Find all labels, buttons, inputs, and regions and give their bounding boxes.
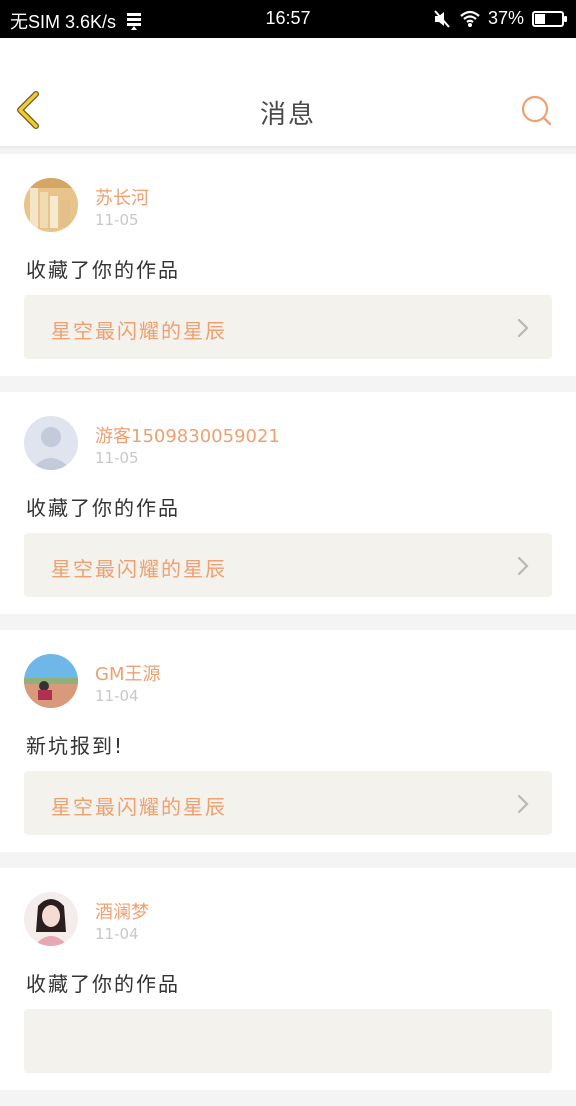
mute-icon — [432, 9, 452, 29]
message-date: 11-05 — [95, 449, 139, 467]
message-action: 收藏了你的作品 — [26, 496, 180, 520]
wifi-icon — [460, 9, 480, 29]
username[interactable]: 苏长河 — [95, 184, 149, 210]
work-link[interactable] — [24, 1009, 552, 1073]
avatar[interactable] — [24, 892, 78, 946]
status-bar: 无SIM 3.6K/s 16:57 37% — [0, 0, 576, 38]
chevron-right-icon — [516, 555, 530, 577]
work-title: 星空最闪耀的星辰 — [51, 557, 227, 581]
work-title: 星空最闪耀的星辰 — [51, 319, 227, 343]
search-button[interactable] — [520, 94, 554, 128]
avatar[interactable] — [24, 654, 78, 708]
battery-fill — [535, 13, 545, 24]
message-card: GM王源 11-04 新坑报到! 星空最闪耀的星辰 — [0, 630, 576, 852]
username[interactable]: GM王源 — [95, 660, 160, 686]
battery-icon — [532, 10, 567, 27]
message-card: 酒澜梦 11-04 收藏了你的作品 — [0, 868, 576, 1090]
avatar[interactable] — [24, 178, 78, 232]
username[interactable]: 酒澜梦 — [95, 898, 149, 924]
message-date: 11-05 — [95, 211, 139, 229]
message-date: 11-04 — [95, 687, 139, 705]
work-link[interactable]: 星空最闪耀的星辰 — [24, 533, 552, 597]
search-icon — [521, 95, 552, 126]
battery-percent: 37% — [487, 8, 524, 28]
message-card: 苏长河 11-05 收藏了你的作品 星空最闪耀的星辰 — [0, 154, 576, 376]
message-card: 游客1509830059021 11-05 收藏了你的作品 星空最闪耀的星辰 — [0, 392, 576, 614]
message-list: 苏长河 11-05 收藏了你的作品 星空最闪耀的星辰 游客15098300590… — [0, 154, 576, 1106]
message-action: 新坑报到! — [26, 734, 125, 758]
work-link[interactable]: 星空最闪耀的星辰 — [24, 295, 552, 359]
message-action: 收藏了你的作品 — [26, 258, 180, 282]
status-right: 37% — [432, 8, 567, 29]
page-title: 消息 — [259, 100, 316, 130]
work-link[interactable]: 星空最闪耀的星辰 — [24, 771, 552, 835]
message-action: 收藏了你的作品 — [26, 972, 180, 996]
app-header: 消息 — [0, 38, 576, 147]
message-date: 11-04 — [95, 925, 139, 943]
username[interactable]: 游客1509830059021 — [95, 422, 280, 448]
chevron-right-icon — [516, 317, 530, 339]
avatar[interactable] — [24, 416, 78, 470]
work-title: 星空最闪耀的星辰 — [51, 795, 227, 819]
chevron-right-icon — [516, 793, 530, 815]
